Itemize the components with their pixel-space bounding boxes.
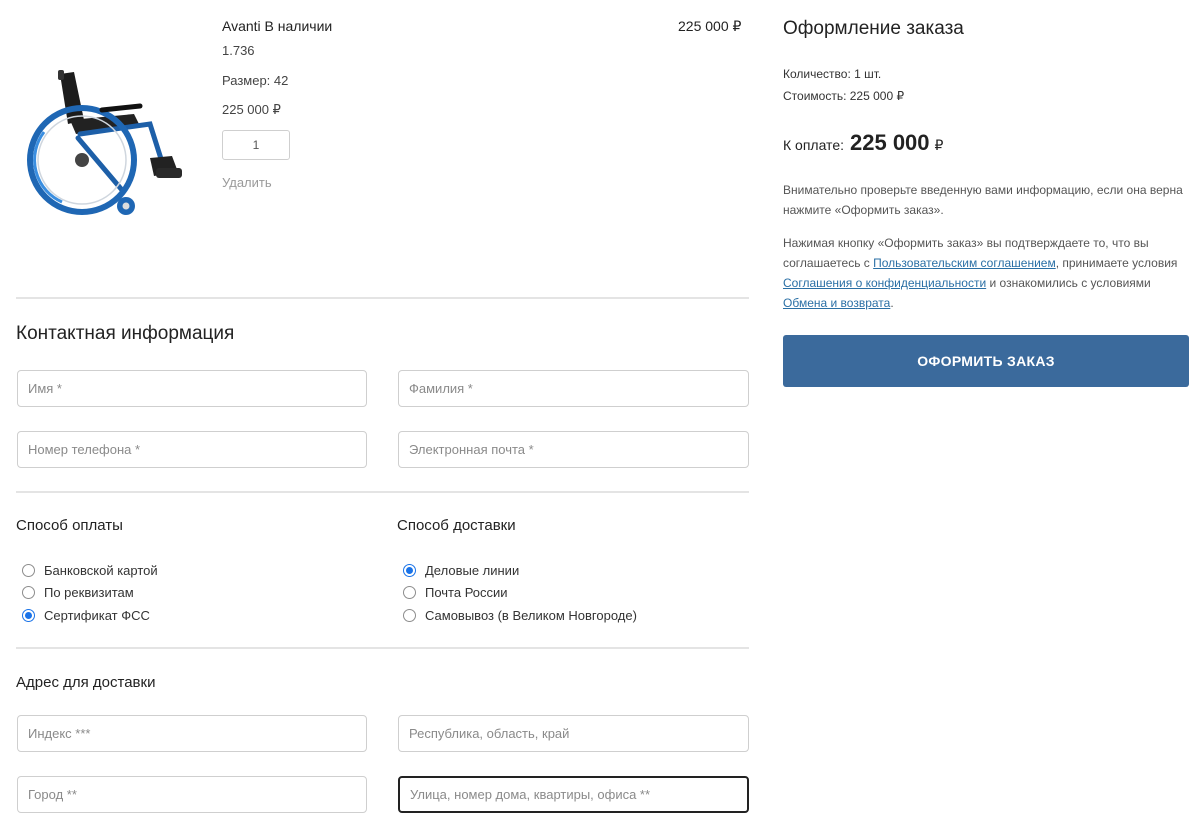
quantity-input[interactable]: [222, 130, 290, 160]
contact-section-title: Контактная информация: [16, 323, 235, 344]
product-line-total: 225 000 ₽: [678, 18, 742, 34]
radio-label: Сертификат ФСС: [44, 608, 150, 623]
radio-button[interactable]: [22, 564, 35, 577]
city-field[interactable]: [17, 776, 367, 813]
product-size: Размер: 42: [222, 73, 289, 88]
radio-button[interactable]: [403, 586, 416, 599]
product-code: 1.736: [222, 43, 255, 58]
delivery-option-russian-post[interactable]: Почта России: [403, 585, 508, 600]
check-info-note: Внимательно проверьте введенную вами инф…: [783, 183, 1183, 217]
radio-label: Самовывоз (в Великом Новгороде): [425, 608, 637, 623]
radio-label: По реквизитам: [44, 585, 134, 600]
radio-button-checked[interactable]: [403, 564, 416, 577]
radio-button-checked[interactable]: [22, 609, 35, 622]
place-order-button[interactable]: ОФОРМИТЬ ЗАКАЗ: [783, 335, 1189, 387]
delivery-option-business-lines[interactable]: Деловые линии: [403, 563, 519, 578]
privacy-agreement-link[interactable]: Соглашения о конфиденциальности: [783, 276, 986, 290]
radio-label: Почта России: [425, 585, 508, 600]
payment-option-fss-certificate[interactable]: Сертификат ФСС: [22, 608, 150, 623]
postal-index-field[interactable]: [17, 715, 367, 752]
divider: [16, 491, 749, 493]
phone-field[interactable]: [17, 431, 367, 468]
agreement-note: Нажимая кнопку «Оформить заказ» вы подтв…: [783, 233, 1188, 313]
email-field[interactable]: [398, 431, 749, 468]
first-name-field[interactable]: [17, 370, 367, 407]
street-field[interactable]: [398, 776, 749, 813]
total-amount: 225 000: [850, 130, 930, 155]
divider: [16, 297, 749, 299]
delivery-option-pickup[interactable]: Самовывоз (в Великом Новгороде): [403, 608, 637, 623]
radio-label: Банковской картой: [44, 563, 158, 578]
delivery-address-title: Адрес для доставки: [16, 674, 156, 691]
user-agreement-link[interactable]: Пользовательским соглашением: [873, 256, 1056, 270]
exchange-return-link[interactable]: Обмена и возврата: [783, 296, 890, 310]
agreement-text: и ознакомились с условиями: [986, 276, 1151, 290]
total-label: К оплате:: [783, 137, 844, 153]
agreement-text: , принимаете условия: [1055, 256, 1178, 270]
radio-button[interactable]: [403, 609, 416, 622]
delivery-method-title: Способ доставки: [397, 517, 516, 534]
radio-button[interactable]: [22, 586, 35, 599]
last-name-field[interactable]: [398, 370, 749, 407]
order-summary-title: Оформление заказа: [783, 18, 964, 39]
divider: [16, 647, 749, 649]
agreement-text: .: [890, 296, 894, 310]
summary-quantity: Количество: 1 шт.: [783, 67, 882, 81]
radio-label: Деловые линии: [425, 563, 520, 578]
remove-link[interactable]: Удалить: [222, 175, 272, 190]
total-currency: ₽: [934, 137, 944, 153]
summary-total: К оплате: 225 000 ₽: [783, 130, 943, 156]
payment-option-invoice[interactable]: По реквизитам: [22, 585, 134, 600]
payment-option-card[interactable]: Банковской картой: [22, 563, 158, 578]
product-image-wheelchair: [22, 62, 202, 222]
region-field[interactable]: [398, 715, 749, 752]
product-price: 225 000 ₽: [222, 102, 281, 117]
summary-cost: Стоимость: 225 000 ₽: [783, 89, 905, 103]
product-name: Avanti В наличии: [222, 18, 333, 34]
payment-method-title: Способ оплаты: [16, 517, 123, 534]
